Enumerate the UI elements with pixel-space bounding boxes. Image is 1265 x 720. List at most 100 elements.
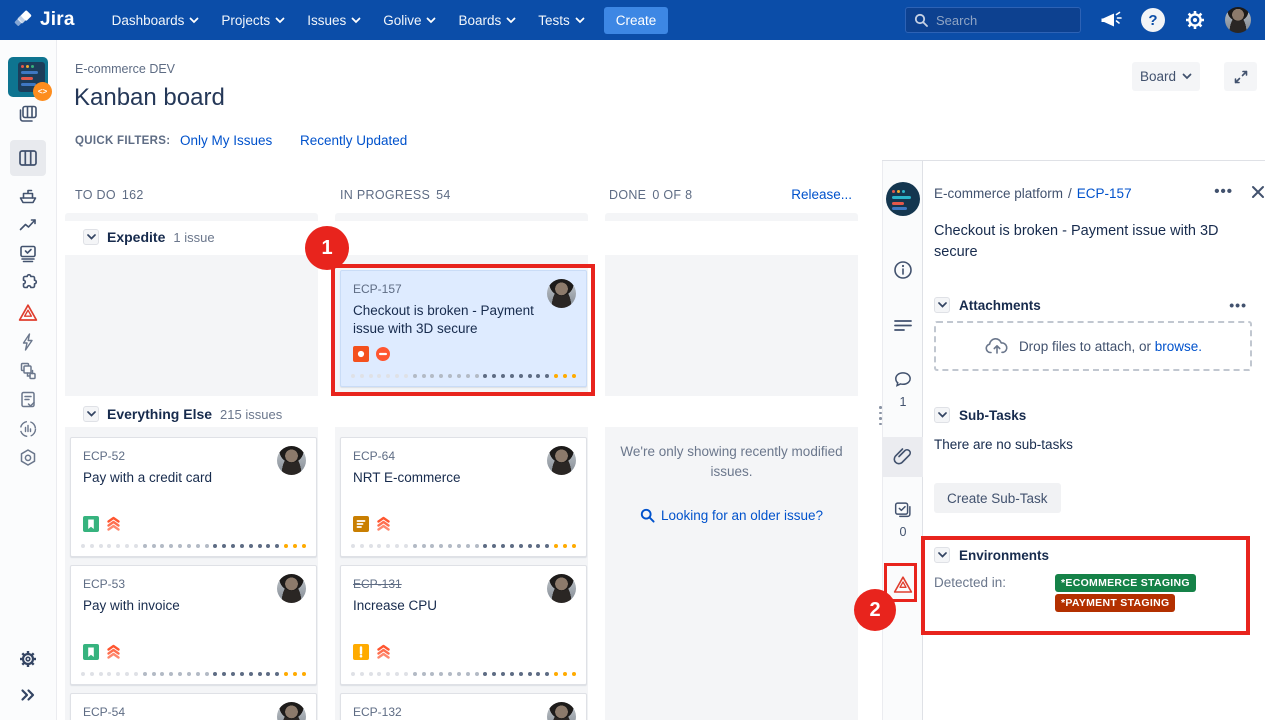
release-link[interactable]: Release... xyxy=(791,187,852,202)
user-avatar[interactable] xyxy=(1225,7,1251,33)
priority-highest-icon xyxy=(105,643,122,660)
column-header-todo: TO DO162 xyxy=(75,188,144,202)
rail-comments-icon[interactable] xyxy=(892,369,914,391)
breadcrumb[interactable]: E-commerce DEV xyxy=(75,62,175,76)
nav-menu-dashboards[interactable]: Dashboards xyxy=(101,0,211,40)
card-key[interactable]: ECP-54 xyxy=(83,705,125,719)
card-key[interactable]: ECP-53 xyxy=(83,577,125,591)
detail-project-name[interactable]: E-commerce platform xyxy=(934,186,1063,201)
collapse-section-icon[interactable] xyxy=(934,547,950,563)
project-avatar-round[interactable] xyxy=(886,182,920,216)
panel-resize-handle[interactable] xyxy=(879,406,882,425)
assignee-avatar[interactable] xyxy=(547,702,576,720)
expand-sidebar-icon[interactable] xyxy=(17,684,39,706)
collapse-section-icon[interactable] xyxy=(934,297,950,313)
swimlane-header-expedite: Expedite 1 issue xyxy=(83,226,215,248)
nav-menu-issues[interactable]: Issues xyxy=(296,0,372,40)
sidebar-reports-chart-icon[interactable] xyxy=(17,214,39,236)
sidebar-checklist-doc-icon[interactable] xyxy=(17,389,39,411)
board-settings-gear-icon[interactable] xyxy=(17,648,39,670)
issue-type-story-icon xyxy=(83,644,99,660)
search-input[interactable] xyxy=(936,13,1066,28)
nav-menu-boards[interactable]: Boards xyxy=(447,0,527,40)
older-issue-link[interactable]: Looking for an older issue? xyxy=(605,508,858,523)
card-key[interactable]: ECP-64 xyxy=(353,449,395,463)
card-key[interactable]: ECP-157 xyxy=(353,282,402,296)
rail-attachments-paperclip-icon[interactable] xyxy=(892,446,914,468)
card-key[interactable]: ECP-131 xyxy=(353,577,402,591)
recently-modified-message: We're only showing recently modified iss… xyxy=(605,442,858,482)
create-subtask-button[interactable]: Create Sub-Task xyxy=(934,483,1061,513)
chevron-down-icon xyxy=(189,17,199,24)
assignee-avatar[interactable] xyxy=(547,446,576,475)
card-title: Increase CPU xyxy=(353,597,543,615)
detail-issue-key-link[interactable]: ECP-157 xyxy=(1077,186,1132,201)
assignee-avatar[interactable] xyxy=(547,574,576,603)
sidebar-releases-ship-icon[interactable] xyxy=(17,185,39,207)
search-box[interactable] xyxy=(905,7,1081,33)
priority-highest-icon xyxy=(105,515,122,532)
jira-logo-icon xyxy=(14,10,34,30)
assignee-avatar[interactable] xyxy=(277,574,306,603)
project-avatar[interactable]: <> xyxy=(8,57,48,97)
lane-column-bg xyxy=(65,255,318,396)
sidebar-issues-tray-icon[interactable] xyxy=(17,243,39,265)
detail-more-actions-icon[interactable]: ••• xyxy=(1214,183,1233,200)
priority-blocker-icon xyxy=(375,346,391,362)
rail-description-icon[interactable] xyxy=(892,314,914,336)
annotation-step-2: 2 xyxy=(854,589,896,631)
collapse-section-icon[interactable] xyxy=(934,407,950,423)
column-header-done: DONE0 OF 8 xyxy=(609,188,692,202)
environment-badge-ecommerce-staging[interactable]: *ECOMMERCE STAGING xyxy=(1055,574,1196,592)
sidebar-alerts-triangle-icon[interactable] xyxy=(17,302,39,324)
quick-filter-recently-updated[interactable]: Recently Updated xyxy=(300,133,407,148)
issue-detail-panel: E-commerce platform/ECP-157 ••• Checkout… xyxy=(922,161,1265,720)
sidebar-hex-settings-icon[interactable] xyxy=(17,447,39,469)
nav-menu-golive[interactable]: Golive xyxy=(372,0,447,40)
card-key[interactable]: ECP-52 xyxy=(83,449,125,463)
days-in-column-dots xyxy=(351,374,576,378)
rail-subtasks-icon[interactable] xyxy=(892,499,914,521)
card-ecp-157[interactable]: ECP-157 Checkout is broken - Payment iss… xyxy=(340,270,587,387)
detail-breadcrumb: E-commerce platform/ECP-157 xyxy=(934,186,1132,201)
create-button[interactable]: Create xyxy=(604,7,669,34)
jira-logo-text: Jira xyxy=(40,9,75,31)
card-ecp-131[interactable]: ECP-131 Increase CPU xyxy=(340,565,587,685)
assignee-avatar[interactable] xyxy=(277,446,306,475)
issue-type-bug-icon xyxy=(353,346,369,362)
jira-logo[interactable]: Jira xyxy=(14,9,75,31)
rail-environments-triangle-icon[interactable] xyxy=(892,573,914,595)
fullscreen-button[interactable] xyxy=(1224,62,1257,91)
card-title: Pay with a credit card xyxy=(83,469,273,487)
card-ecp-64[interactable]: ECP-64 NRT E-commerce xyxy=(340,437,587,557)
sidebar-automation-lightning-icon[interactable] xyxy=(17,331,39,353)
card-key[interactable]: ECP-132 xyxy=(353,705,402,719)
sidebar-addons-puzzle-icon[interactable] xyxy=(17,272,39,294)
settings-gear-icon[interactable] xyxy=(1183,8,1207,32)
attachment-dropzone[interactable]: Drop files to attach, or browse. xyxy=(934,321,1252,371)
sidebar-boards-stack-icon[interactable] xyxy=(17,103,39,125)
sidebar-cycle-report-icon[interactable] xyxy=(17,418,39,440)
card-ecp-52[interactable]: ECP-52 Pay with a credit card xyxy=(70,437,317,557)
sidebar-structure-icon[interactable] xyxy=(17,360,39,382)
assignee-avatar[interactable] xyxy=(547,279,576,308)
card-ecp-132[interactable]: ECP-132 xyxy=(340,693,587,720)
environment-badge-payment-staging[interactable]: *PAYMENT STAGING xyxy=(1055,594,1175,612)
assignee-avatar[interactable] xyxy=(277,702,306,720)
sidebar-kanban-board-icon[interactable] xyxy=(17,147,39,169)
card-ecp-53[interactable]: ECP-53 Pay with invoice xyxy=(70,565,317,685)
column-header-inprogress: IN PROGRESS54 xyxy=(340,188,451,202)
board-menu-button[interactable]: Board xyxy=(1132,62,1200,91)
collapse-swimlane-icon[interactable] xyxy=(83,406,99,422)
attachments-more-icon[interactable]: ••• xyxy=(1229,297,1247,313)
detail-close-icon[interactable] xyxy=(1249,183,1265,203)
rail-details-info-icon[interactable] xyxy=(892,259,914,281)
collapse-swimlane-icon[interactable] xyxy=(83,229,99,245)
card-ecp-54[interactable]: ECP-54 xyxy=(70,693,317,720)
nav-menu-projects[interactable]: Projects xyxy=(210,0,296,40)
help-icon[interactable]: ? xyxy=(1141,8,1165,32)
nav-menu-tests[interactable]: Tests xyxy=(527,0,596,40)
quick-filter-only-my-issues[interactable]: Only My Issues xyxy=(180,133,272,148)
announcements-megaphone-icon[interactable] xyxy=(1099,8,1123,32)
browse-link[interactable]: browse. xyxy=(1155,339,1202,354)
